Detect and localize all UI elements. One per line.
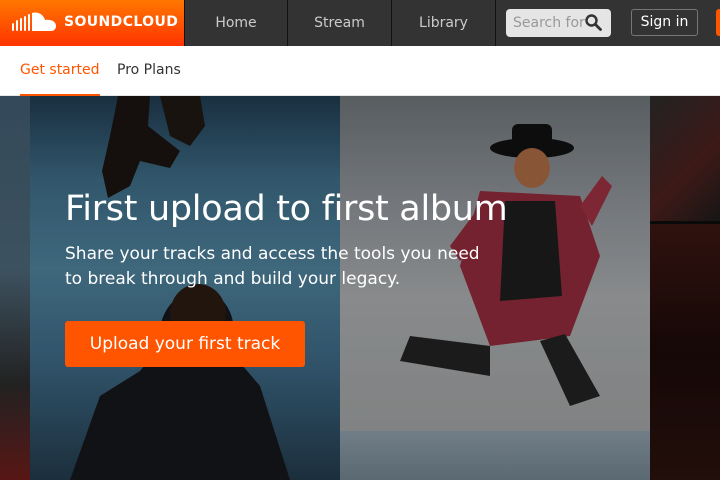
sign-in-button[interactable]: Sign in [631,9,698,36]
top-header: SOUNDCLOUD Home Stream Library Search fo… [0,0,720,46]
hero-subtitle: Share your tracks and access the tools y… [65,244,480,289]
nav-stream[interactable]: Stream [288,0,392,46]
tab-get-started[interactable]: Get started [20,46,100,96]
logo[interactable]: SOUNDCLOUD [0,0,184,46]
nav-library[interactable]: Library [392,0,496,46]
create-account-button[interactable] [716,9,720,36]
upload-first-track-button[interactable]: Upload your first track [65,321,305,367]
hero-title: First upload to first album [65,189,508,229]
soundcloud-logo-icon [12,12,56,31]
tab-pro-plans[interactable]: Pro Plans [117,46,181,96]
nav-home[interactable]: Home [184,0,288,46]
search-icon[interactable] [585,14,602,31]
sub-navigation: Get started Pro Plans [0,46,720,96]
hero-banner: First upload to first album Share your t… [0,96,720,480]
logo-text: SOUNDCLOUD [64,14,179,30]
